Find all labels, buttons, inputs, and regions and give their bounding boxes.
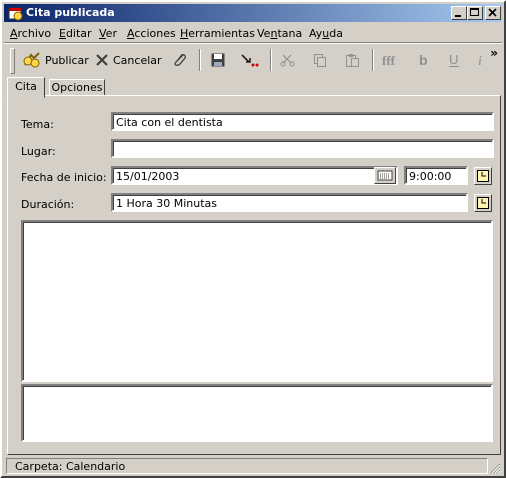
svg-text:fff: fff — [382, 53, 396, 68]
font-icon: fff — [382, 53, 396, 68]
svg-text:U: U — [449, 52, 458, 67]
publish-button[interactable]: Publicar — [22, 49, 89, 71]
status-bar: Carpeta: Calendario — [4, 457, 502, 475]
clock-icon — [477, 170, 489, 182]
date-picker-button[interactable] — [374, 167, 396, 184]
resize-grip-icon[interactable] — [489, 462, 501, 474]
publish-label: Publicar — [45, 53, 89, 67]
duration-label: Duración: — [21, 198, 75, 211]
calendar-app-icon — [8, 7, 23, 21]
copy-button[interactable] — [312, 49, 328, 71]
start-time-input[interactable]: 9:00:00 — [404, 166, 468, 185]
date-picker-icon — [377, 170, 393, 181]
maximize-icon — [470, 8, 479, 16]
subject-input[interactable]: Cita con el dentista — [111, 112, 494, 131]
menu-ver[interactable]: Ver — [99, 27, 117, 40]
toolbar-separator — [270, 49, 272, 71]
close-icon — [488, 8, 497, 17]
status-folder: Carpeta: Calendario — [6, 458, 488, 474]
menu-acciones[interactable]: Acciones — [127, 27, 176, 40]
underline-button[interactable]: U — [447, 49, 461, 71]
toolbar-grip[interactable] — [10, 48, 15, 74]
italic-icon: i — [478, 54, 482, 68]
appointment-window: Cita publicada Archivo Editar Ver Accion… — [0, 0, 506, 478]
cancel-icon — [96, 54, 108, 66]
minimize-icon — [455, 15, 461, 17]
menu-archivo[interactable]: Archivo — [10, 27, 51, 40]
menu-editar[interactable]: Editar — [59, 27, 92, 40]
move-icon — [241, 54, 259, 67]
menu-ventana[interactable]: Ventana — [257, 27, 302, 40]
secondary-notes-area[interactable] — [21, 384, 493, 442]
cut-button[interactable] — [280, 49, 296, 71]
paste-button[interactable] — [344, 49, 360, 71]
toolbar-separator — [372, 49, 374, 71]
tab-opciones-label: Opciones — [51, 81, 103, 94]
start-time-picker-button[interactable] — [474, 167, 492, 185]
italic-button[interactable]: i — [476, 49, 488, 71]
save-button[interactable] — [210, 49, 226, 71]
attach-icon — [174, 54, 186, 66]
tab-panel-cita: Tema: Cita con el dentista Lugar: Fecha … — [7, 95, 501, 455]
location-label: Lugar: — [21, 145, 56, 158]
svg-text:b: b — [419, 52, 428, 68]
save-icon — [211, 53, 225, 67]
cancel-label: Cancelar — [113, 53, 162, 67]
menu-herramientas[interactable]: Herramientas — [180, 27, 255, 40]
subject-label: Tema: — [21, 118, 54, 131]
location-input[interactable] — [111, 139, 494, 158]
font-button[interactable]: fff — [382, 49, 404, 71]
toolbar-overflow-button[interactable]: » — [490, 46, 498, 60]
paste-icon — [346, 54, 359, 67]
publish-icon — [23, 52, 40, 68]
start-date-input[interactable]: 15/01/2003 — [111, 166, 398, 185]
maximize-button[interactable] — [467, 6, 483, 20]
close-button[interactable] — [485, 6, 501, 20]
notes-textarea[interactable] — [21, 220, 493, 382]
start-date-label: Fecha de inicio: — [21, 171, 107, 184]
menu-ayuda[interactable]: Ayuda — [309, 27, 343, 40]
clock-icon — [477, 197, 489, 209]
menu-bar: Archivo Editar Ver Acciones Herramientas… — [4, 24, 502, 43]
duration-picker-button[interactable] — [474, 194, 492, 212]
toolbar: Publicar Cancelar fff b U i » — [4, 44, 502, 76]
window-title: Cita publicada — [26, 6, 115, 19]
tab-cita[interactable]: Cita — [7, 77, 45, 98]
tab-cita-label: Cita — [15, 80, 37, 93]
copy-icon — [314, 54, 326, 67]
underline-icon: U — [449, 52, 459, 67]
cancel-button[interactable]: Cancelar — [94, 49, 162, 71]
bold-icon: b — [419, 52, 428, 68]
move-to-folder-button[interactable] — [240, 49, 260, 71]
minimize-button[interactable] — [451, 6, 467, 20]
svg-text:i: i — [478, 54, 482, 68]
cut-icon — [280, 54, 295, 67]
duration-input[interactable]: 1 Hora 30 Minutas — [111, 193, 468, 212]
attach-button[interactable] — [172, 49, 188, 71]
toolbar-separator — [199, 49, 201, 71]
bold-button[interactable]: b — [417, 49, 431, 71]
title-bar[interactable]: Cita publicada — [4, 4, 502, 22]
